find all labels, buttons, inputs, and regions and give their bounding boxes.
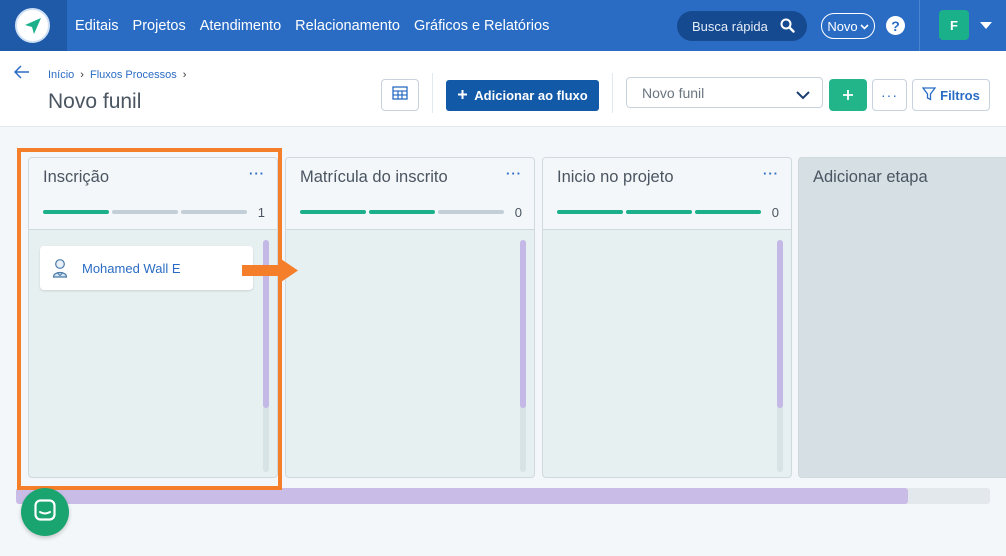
search-placeholder: Busca rápida: [692, 18, 768, 34]
more-options-button[interactable]: ···: [872, 79, 907, 111]
nav-item-relacionamento[interactable]: Relacionamento: [295, 18, 400, 34]
breadcrumb-fluxos-processos[interactable]: Fluxos Processos: [90, 69, 177, 81]
column-header: Inicio no projeto ··· 0: [543, 158, 791, 230]
progress-segment: [438, 210, 504, 214]
chevron-down-icon: [796, 87, 810, 103]
chat-icon: [34, 498, 56, 526]
progress-segment: [369, 210, 435, 214]
kanban-board: Inscrição ··· 1 Mohamed Wall E Matrícula…: [0, 128, 1006, 556]
caret-down-icon[interactable]: [980, 22, 992, 29]
column-count: 0: [771, 205, 779, 220]
column-more-icon[interactable]: ···: [763, 166, 779, 181]
new-button[interactable]: Novo: [821, 13, 875, 39]
add-to-flow-label: Adicionar ao fluxo: [474, 88, 588, 103]
logo-icon: [15, 8, 50, 43]
column-more-icon[interactable]: ···: [506, 166, 522, 181]
column-header: Matrícula do inscrito ··· 0: [286, 158, 534, 230]
chevron-right-icon: ›: [80, 69, 84, 81]
column-count: 0: [514, 205, 522, 220]
column-title: Matrícula do inscrito: [300, 168, 448, 186]
progress-segment: [695, 210, 761, 214]
board-horizontal-scrollbar[interactable]: [16, 488, 990, 504]
quick-search-input[interactable]: Busca rápida: [677, 11, 807, 41]
column-matricula-inscrito: Matrícula do inscrito ··· 0: [285, 157, 535, 478]
logo[interactable]: [0, 0, 67, 51]
arrow-right-icon: [242, 256, 300, 291]
chevron-right-icon: ›: [182, 69, 187, 81]
scrollbar-thumb[interactable]: [16, 488, 908, 504]
nav-item-atendimento[interactable]: Atendimento: [200, 18, 281, 34]
nav-divider: [919, 0, 920, 51]
progress-segment: [557, 210, 623, 214]
plus-icon: [457, 88, 468, 103]
avatar[interactable]: F: [939, 10, 969, 40]
chevron-down-icon: [860, 19, 869, 34]
chat-widget-button[interactable]: [21, 488, 69, 536]
toolbar-divider: [432, 73, 433, 113]
help-icon[interactable]: ?: [886, 16, 905, 35]
column-title: Inicio no projeto: [557, 168, 674, 186]
funnel-select[interactable]: Novo funil: [626, 77, 823, 108]
funnel-select-value: Novo funil: [642, 84, 705, 101]
add-to-flow-button[interactable]: Adicionar ao fluxo: [446, 80, 599, 111]
column-progress: [557, 210, 761, 214]
column-highlight-annotation: [17, 148, 282, 490]
search-icon[interactable]: [780, 18, 795, 36]
nav-item-projetos[interactable]: Projetos: [133, 18, 186, 34]
page-title: Novo funil: [48, 90, 142, 113]
scrollbar-thumb[interactable]: [777, 240, 783, 408]
filter-icon: [921, 86, 937, 104]
nav-item-graficos-relatorios[interactable]: Gráficos e Relatórios: [414, 18, 549, 34]
nav-item-editais[interactable]: Editais: [75, 18, 119, 34]
toolbar-divider: [612, 73, 613, 113]
column-progress: [300, 210, 504, 214]
progress-segment: [300, 210, 366, 214]
top-navbar: Editais Projetos Atendimento Relacioname…: [0, 0, 1006, 51]
add-stage-column[interactable]: Adicionar etapa: [798, 157, 1006, 478]
scrollbar-thumb[interactable]: [520, 240, 526, 408]
table-view-button[interactable]: [381, 79, 419, 111]
column-scrollbar[interactable]: [520, 240, 526, 472]
plus-icon: [842, 84, 854, 107]
filters-button[interactable]: Filtros: [912, 79, 990, 111]
column-inicio-projeto: Inicio no projeto ··· 0: [542, 157, 792, 478]
new-button-label: Novo: [827, 18, 858, 34]
back-arrow-icon[interactable]: [13, 65, 30, 84]
progress-segment: [626, 210, 692, 214]
add-stage-label[interactable]: Adicionar etapa: [813, 168, 928, 187]
filters-label: Filtros: [940, 87, 980, 103]
breadcrumb-inicio[interactable]: Início: [48, 69, 74, 81]
page-header: Início › Fluxos Processos › Novo funil A…: [0, 51, 1006, 127]
column-scrollbar[interactable]: [777, 240, 783, 472]
breadcrumb: Início › Fluxos Processos ›: [48, 69, 186, 81]
table-icon: [392, 85, 408, 105]
add-funnel-button[interactable]: [829, 79, 867, 111]
